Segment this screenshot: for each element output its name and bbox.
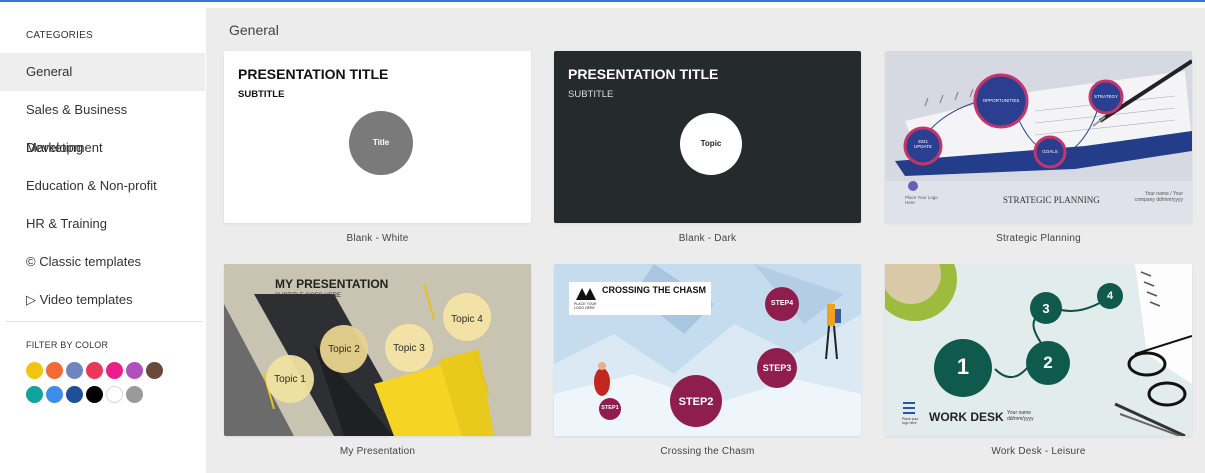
template-thumbnail[interactable]: CROSSING THE CHASM PLACE YOUR LOGO HERE … (554, 264, 861, 436)
color-swatch-brown[interactable] (146, 362, 163, 379)
bubble-strategy: STRATEGY (1094, 94, 1118, 99)
template-thumbnail[interactable]: 1 2 3 4 Place your logo here WORK DESK Y… (885, 264, 1192, 436)
sidebar: CATEGORIES General Sales & Business Deve… (0, 8, 205, 473)
author-meta: Your name / Your company dd/mm/yyyy (1134, 191, 1183, 203)
thumb-subtitle: SUBTITLE (238, 89, 285, 100)
bubble-opportunities: OPPORTUNITIES (982, 98, 1020, 103)
logo-placeholder-text: PLACE YOUR LOGO HERE (574, 302, 597, 310)
step-number-3: 3 (1042, 301, 1050, 316)
color-swatch-yellow[interactable] (26, 362, 43, 379)
topic-3-label: Topic 3 (393, 343, 425, 354)
template-card-blank-dark[interactable]: PRESENTATION TITLE SUBTITLE Topic Blank … (554, 51, 861, 244)
logo-placeholder-text: Place Your Logo Here (905, 195, 938, 205)
bubble-update: 2021 UPDATE (914, 139, 932, 149)
color-swatch-red[interactable] (86, 362, 103, 379)
thumb-title: MY PRESENTATION (275, 277, 389, 291)
step-2-label: STEP2 (678, 396, 714, 408)
section-title: General (229, 22, 279, 38)
color-swatch-navy[interactable] (66, 386, 83, 403)
categories-heading: CATEGORIES (26, 30, 93, 41)
template-gallery: General PRESENTATION TITLE SUBTITLE Titl… (206, 8, 1205, 473)
thumb-subtitle: SUBTITLE GOES HERE (275, 293, 342, 299)
step-number-1: 1 (956, 354, 970, 379)
category-list: General Sales & Business Development Mar… (0, 53, 205, 319)
template-name: Blank - Dark (678, 233, 737, 244)
template-thumbnail[interactable]: PRESENTATION TITLE SUBTITLE Topic (554, 51, 861, 223)
thumb-title: CROSSING THE CHASM (602, 285, 707, 295)
color-swatch-periwinkle[interactable] (66, 362, 83, 379)
category-sales-business[interactable]: Sales & Business Development (0, 91, 205, 155)
template-name: Crossing the Chasm (660, 446, 755, 457)
top-accent-line (0, 0, 1205, 2)
template-card-blank-white[interactable]: PRESENTATION TITLE SUBTITLE Title Blank … (224, 51, 531, 244)
template-card-work-desk-leisure[interactable]: 1 2 3 4 Place your logo here WORK DESK Y… (885, 264, 1192, 457)
topic-circle-label: Title (372, 138, 390, 147)
topic-circle-label: Topic (700, 139, 722, 148)
template-card-my-presentation[interactable]: MY PRESENTATION SUBTITLE GOES HERE Topic… (224, 264, 531, 457)
thumb-title: PRESENTATION TITLE (238, 66, 389, 82)
color-swatch-orange[interactable] (46, 362, 63, 379)
color-swatch-gray[interactable] (126, 386, 143, 403)
logo-placeholder-text: Place your logo here (902, 417, 919, 425)
topic-4-label: Topic 4 (451, 314, 483, 325)
strategic-planning-heading: STRATEGIC PLANNING (1003, 195, 1100, 205)
category-general[interactable]: General (0, 53, 205, 91)
template-thumbnail[interactable]: OPPORTUNITIES STRATEGY 2021 UPDATE GOALS… (885, 51, 1192, 223)
category-video-templates[interactable]: ▷ Video templates (0, 281, 205, 319)
bubble-goals: GOALS (1042, 149, 1058, 154)
color-swatch-purple[interactable] (126, 362, 143, 379)
thumb-subtitle: SUBTITLE (568, 89, 614, 100)
color-swatch-blue[interactable] (46, 386, 63, 403)
category-education-nonprofit[interactable]: Education & Non-profit (0, 167, 205, 205)
color-swatches (26, 362, 176, 410)
color-swatch-black[interactable] (86, 386, 103, 403)
template-thumbnail[interactable]: PRESENTATION TITLE SUBTITLE Title (224, 51, 531, 223)
template-name: Work Desk - Leisure (991, 446, 1086, 457)
category-classic-templates[interactable]: © Classic templates (0, 243, 205, 281)
thumb-title: PRESENTATION TITLE (568, 66, 719, 82)
step-4-label: STEP4 (770, 300, 794, 307)
template-name: My Presentation (339, 446, 416, 457)
color-swatch-teal[interactable] (26, 386, 43, 403)
step-1-label: STEP1 (601, 405, 619, 411)
color-swatch-pink[interactable] (106, 362, 123, 379)
filter-by-color-heading: FILTER BY COLOR (26, 340, 109, 350)
step-number-2: 2 (1043, 353, 1053, 372)
topic-2-label: Topic 2 (328, 344, 360, 355)
template-thumbnail[interactable]: MY PRESENTATION SUBTITLE GOES HERE Topic… (224, 264, 531, 436)
template-name: Strategic Planning (996, 233, 1081, 244)
template-card-crossing-the-chasm[interactable]: CROSSING THE CHASM PLACE YOUR LOGO HERE … (554, 264, 861, 457)
step-3-label: STEP3 (762, 363, 792, 373)
category-hr-training[interactable]: HR & Training (0, 205, 205, 243)
color-swatch-white[interactable] (106, 386, 123, 403)
template-name: Blank - White (346, 233, 409, 244)
template-card-strategic-planning[interactable]: OPPORTUNITIES STRATEGY 2021 UPDATE GOALS… (885, 51, 1192, 244)
author-meta: Your name dd/mm/yyyy (1007, 410, 1034, 422)
work-desk-heading: WORK DESK (929, 410, 1004, 424)
step-number-4: 4 (1106, 290, 1114, 302)
topic-1-label: Topic 1 (274, 374, 306, 385)
sidebar-divider (6, 321, 203, 322)
